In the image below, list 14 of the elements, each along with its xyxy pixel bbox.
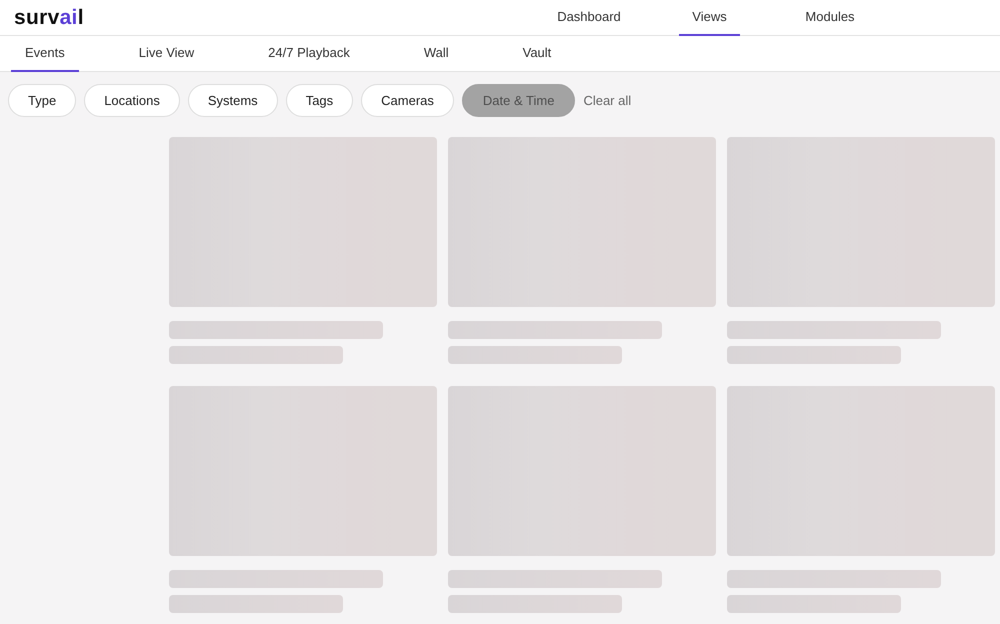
nav-link[interactable]: Dashboard	[529, 0, 649, 36]
tab[interactable]: Events	[11, 36, 79, 72]
filter-chip[interactable]: Locations	[84, 84, 180, 117]
tab[interactable]: Wall	[410, 36, 463, 72]
filter-chip[interactable]: Systems	[188, 84, 278, 117]
tab[interactable]: Vault	[508, 36, 566, 72]
filter-chip[interactable]: Type	[8, 84, 76, 117]
nav-link[interactable]: Modules	[770, 0, 890, 36]
filter-chip[interactable]: Cameras	[361, 84, 454, 117]
logo: survail	[14, 7, 84, 28]
tab[interactable]: 24/7 Playback	[254, 36, 364, 72]
filter-chip[interactable]: Tags	[286, 84, 354, 117]
clear-all-link[interactable]: Clear all	[583, 90, 632, 110]
tab[interactable]: Live View	[124, 36, 208, 72]
